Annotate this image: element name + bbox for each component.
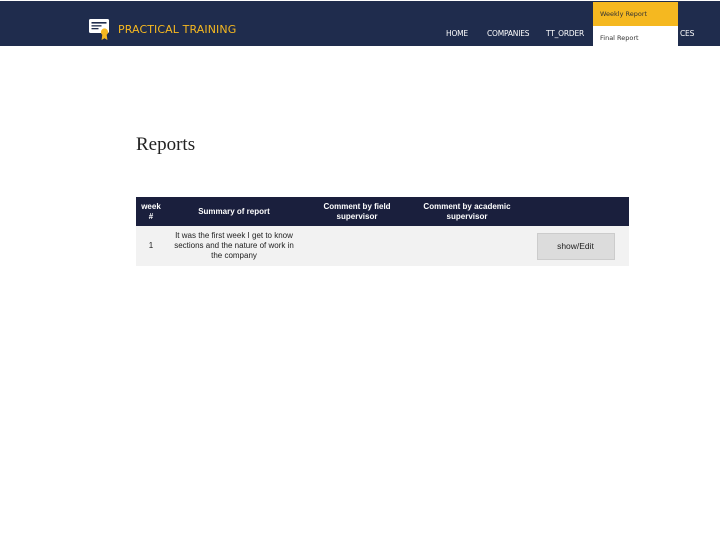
nav-tt-order[interactable]: TT_ORDER [546, 29, 584, 38]
column-header-field-comment: Comment by field supervisor [302, 197, 412, 226]
table-header-row: week # Summary of report Comment by fiel… [136, 197, 629, 226]
cell-action: show/Edit [522, 226, 629, 266]
column-header-action [522, 197, 629, 226]
brand-link[interactable]: PRACTICAL TRAINING [88, 17, 236, 41]
column-header-week: week # [136, 197, 166, 226]
cell-field-comment [302, 226, 412, 266]
reports-table: week # Summary of report Comment by fiel… [136, 197, 629, 266]
cell-week: 1 [136, 226, 166, 266]
nav-companies[interactable]: COMPANIES [487, 29, 530, 38]
menu-item-final-report[interactable]: Final Report [593, 26, 678, 47]
nav-home[interactable]: HOME [446, 29, 468, 38]
top-navbar: PRACTICAL TRAINING HOME COMPANIES TT_ORD… [0, 1, 720, 47]
certificate-icon [89, 19, 109, 40]
brand-title: PRACTICAL TRAINING [118, 22, 237, 36]
cell-academic-comment [412, 226, 522, 266]
show-edit-button[interactable]: show/Edit [536, 232, 615, 260]
page: PRACTICAL TRAINING HOME COMPANIES TT_ORD… [0, 0, 720, 540]
table-row: 1 It was the first week I get to know se… [136, 226, 629, 266]
column-header-academic-comment: Comment by academic supervisor [412, 197, 522, 226]
column-header-summary: Summary of report [166, 197, 302, 226]
cell-summary: It was the first week I get to know sect… [166, 226, 302, 266]
page-title: Reports [136, 134, 196, 155]
nav-extra[interactable]: CES [680, 29, 694, 38]
reports-dropdown-menu: Weekly Report Final Report [593, 2, 678, 47]
menu-item-weekly-report[interactable]: Weekly Report [593, 2, 678, 26]
